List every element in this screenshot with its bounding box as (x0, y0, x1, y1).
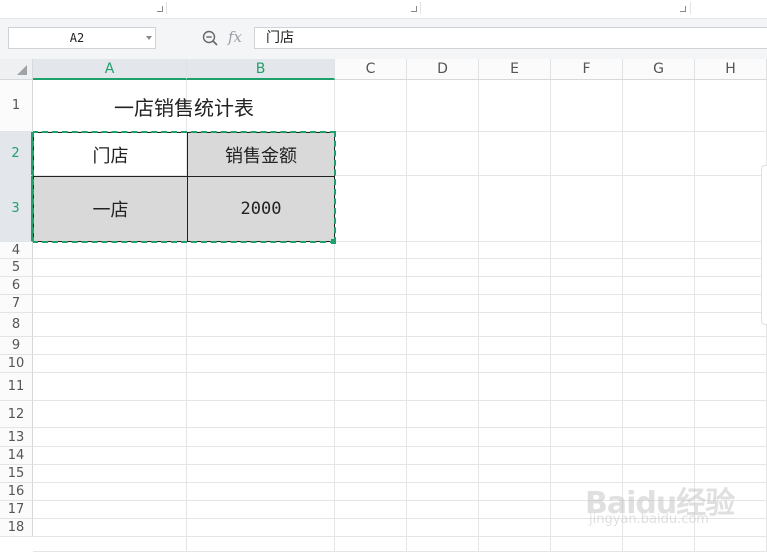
column-header-h[interactable]: H (695, 59, 767, 80)
row-header-10[interactable]: 10 (0, 355, 33, 373)
row-gridline (33, 446, 767, 447)
row-gridline (33, 372, 767, 373)
row-header-11[interactable]: 11 (0, 373, 33, 401)
row-header-9[interactable]: 9 (0, 337, 33, 355)
column-header-c[interactable]: C (335, 59, 407, 80)
dialog-launcher-icon[interactable] (680, 6, 686, 12)
formula-input-value: 门店 (266, 30, 294, 46)
row-gridline (33, 258, 767, 259)
row-gridline (33, 336, 767, 337)
row-header-18[interactable]: 18 (0, 519, 33, 537)
select-all-button[interactable] (0, 59, 33, 80)
name-box[interactable]: A2 (8, 27, 156, 49)
row-header-1[interactable]: 1 (0, 80, 33, 132)
row-header-2[interactable]: 2 (0, 132, 33, 176)
ribbon-divider (690, 2, 691, 14)
row-gridline (33, 464, 767, 465)
fill-handle[interactable] (331, 239, 336, 244)
row-gridline (33, 536, 767, 537)
row-header-6[interactable]: 6 (0, 277, 33, 295)
column-header-a[interactable]: A (33, 59, 187, 80)
baidu-watermark: Baidu经验 jingyan.baidu.com (585, 470, 735, 532)
column-header-b[interactable]: B (187, 59, 335, 80)
row-header-15[interactable]: 15 (0, 465, 33, 483)
row-gridline (33, 312, 767, 313)
fx-icon[interactable]: fx (228, 28, 242, 46)
chevron-down-icon[interactable] (146, 36, 152, 40)
formula-input[interactable]: 门店 (254, 27, 767, 49)
dialog-launcher-icon[interactable] (411, 6, 417, 12)
sheet-title-cell[interactable]: 一店销售统计表 (34, 81, 334, 132)
column-header-e[interactable]: E (479, 59, 551, 80)
selection-border (32, 131, 336, 243)
column-header-g[interactable]: G (623, 59, 695, 80)
name-box-value[interactable]: A2 (9, 28, 145, 48)
row-header-16[interactable]: 16 (0, 483, 33, 501)
watermark-url: jingyan.baidu.com (589, 512, 709, 527)
row-header-14[interactable]: 14 (0, 447, 33, 465)
row-header-13[interactable]: 13 (0, 428, 33, 447)
row-header-12[interactable]: 12 (0, 401, 33, 428)
row-header-5[interactable]: 5 (0, 259, 33, 277)
row-header-3[interactable]: 3 (0, 176, 33, 242)
select-all-icon (17, 65, 27, 75)
row-gridline (33, 427, 767, 428)
row-header-17[interactable]: 17 (0, 501, 33, 519)
row-header-4[interactable]: 4 (0, 242, 33, 259)
ribbon-strip (0, 0, 767, 19)
row-gridline (33, 354, 767, 355)
row-gridline (33, 294, 767, 295)
row-gridline (33, 276, 767, 277)
side-panel-tab[interactable] (761, 165, 767, 325)
row-header-7[interactable]: 7 (0, 295, 33, 313)
dialog-launcher-icon[interactable] (157, 6, 163, 12)
ribbon-divider (166, 2, 167, 14)
column-header-f[interactable]: F (551, 59, 623, 80)
column-header-d[interactable]: D (407, 59, 479, 80)
row-header-8[interactable]: 8 (0, 313, 33, 337)
ribbon-divider (420, 2, 421, 14)
zoom-icon[interactable] (202, 30, 218, 46)
row-gridline (33, 400, 767, 401)
formula-bar: A2 fx 门店 (0, 19, 767, 59)
